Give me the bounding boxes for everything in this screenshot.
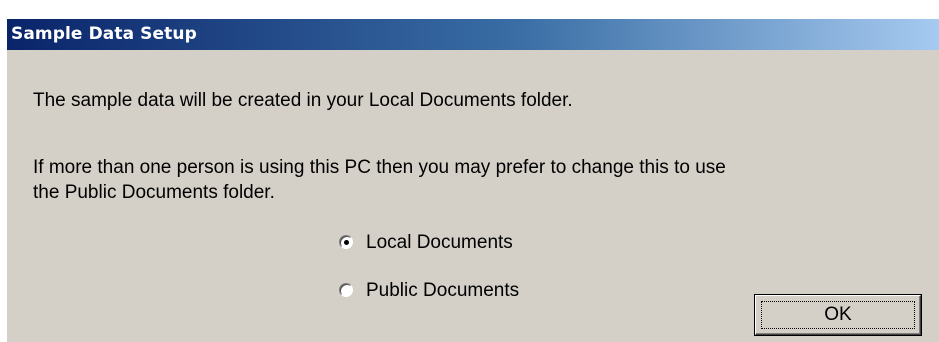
info-message: The sample data will be created in your …: [33, 90, 573, 111]
public-documents-radio[interactable]: Public Documents: [339, 277, 519, 303]
radio-dot-icon: [344, 240, 349, 245]
local-documents-radio[interactable]: Local Documents: [339, 229, 513, 255]
advice-message-line-2: the Public Documents folder.: [33, 182, 275, 203]
ok-button-label: OK: [761, 301, 915, 329]
public-documents-label[interactable]: Public Documents: [366, 278, 519, 303]
title-bar[interactable]: Sample Data Setup: [7, 19, 939, 50]
sample-data-setup-dialog: Sample Data Setup The sample data will b…: [6, 18, 939, 342]
window-title: Sample Data Setup: [11, 24, 197, 44]
local-documents-label[interactable]: Local Documents: [366, 230, 513, 255]
advice-message-line-1: If more than one person is using this PC…: [33, 157, 726, 178]
radio-button-selected-icon[interactable]: [339, 235, 353, 249]
radio-button-unselected-icon[interactable]: [339, 283, 353, 297]
ok-button[interactable]: OK: [755, 295, 921, 335]
